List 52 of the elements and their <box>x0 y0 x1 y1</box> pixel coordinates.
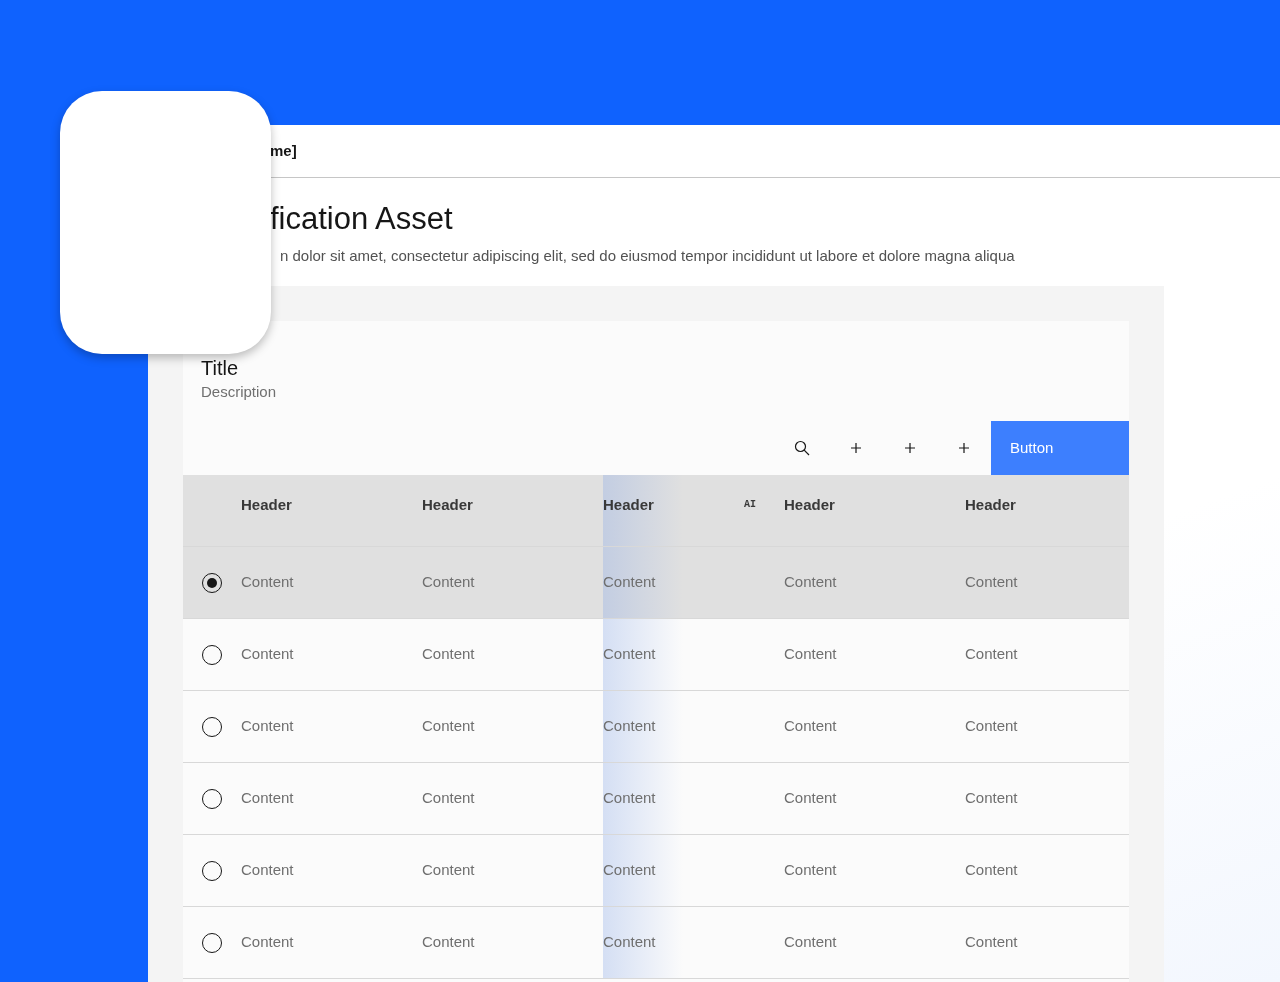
table-row[interactable]: Content Content Content Content Content <box>183 763 1129 836</box>
table-cell-text: Content <box>784 860 837 881</box>
card-title: Title <box>200 355 240 379</box>
table-cell-text: Content <box>422 932 475 953</box>
table-cell-text: Content <box>784 788 837 809</box>
table-cell-text: Content <box>784 716 837 737</box>
table-row[interactable]: Content Content Content Content Content <box>183 619 1129 692</box>
table-cell-text: Content <box>241 860 294 881</box>
table-cell-text: Content <box>241 644 294 665</box>
table-cell-text: Content <box>603 644 656 665</box>
table-cell-text: Content <box>241 788 294 809</box>
page-title: fication Asset <box>270 200 454 238</box>
table-cell-text: Content <box>422 572 475 593</box>
add-icon[interactable] <box>851 443 861 454</box>
column-header[interactable]: Header <box>422 494 473 517</box>
table-cell-text: Content <box>603 860 656 881</box>
table-cell-text: Content <box>965 644 1018 665</box>
primary-button[interactable]: Button <box>991 421 1129 476</box>
table-cell-text: Content <box>603 788 656 809</box>
page-description: n dolor sit amet, consectetur adipiscing elit, sed do eiusmod tempor incididunt ut labore et dolore magna aliqua <box>280 246 1016 267</box>
table-cell-text: Content <box>241 932 294 953</box>
table-cell-text: Content <box>965 572 1018 593</box>
table-row[interactable]: Content Content Content Content Content <box>183 691 1129 764</box>
table-cell-text: Content <box>603 716 656 737</box>
table-row[interactable]: Content Content Content Content Content <box>183 907 1129 980</box>
add-icon[interactable] <box>959 443 969 454</box>
table-row[interactable]: Content Content Content Content Content <box>183 547 1129 620</box>
table-cell-text: Content <box>603 932 656 953</box>
table-row[interactable]: Content Content Content Content Content <box>183 835 1129 908</box>
table-cell-text: Content <box>422 860 475 881</box>
table-cell-text: Content <box>603 572 656 593</box>
column-header[interactable]: Header <box>241 494 292 517</box>
table-cell-text: Content <box>422 716 475 737</box>
table-cell-text: Content <box>965 860 1018 881</box>
column-header[interactable]: Header <box>603 494 654 517</box>
table-cell-text: Content <box>965 932 1018 953</box>
search-icon[interactable] <box>794 440 810 457</box>
table-cell-text: Content <box>422 644 475 665</box>
table-cell-text: Content <box>241 572 294 593</box>
table-cell-text: Content <box>784 644 837 665</box>
table-cell-text: Content <box>965 788 1018 809</box>
table-cell-text: Content <box>784 572 837 593</box>
card-description: Description <box>200 381 278 402</box>
add-icon[interactable] <box>905 443 915 454</box>
table-cell-text: Content <box>784 932 837 953</box>
ai-label: AI <box>744 498 756 513</box>
column-header[interactable]: Header <box>965 494 1016 517</box>
table-cell-text: Content <box>241 716 294 737</box>
table-cell-text: Content <box>422 788 475 809</box>
column-header[interactable]: Header <box>784 494 835 517</box>
table-cell-text: Content <box>965 716 1018 737</box>
app-name: me] <box>270 140 297 161</box>
